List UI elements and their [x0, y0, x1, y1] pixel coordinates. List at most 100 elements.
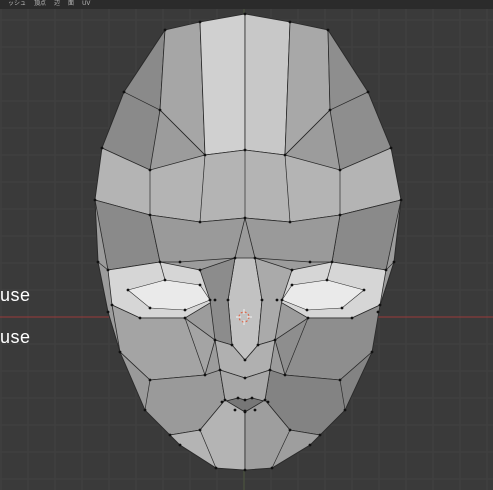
- mesh-vertex[interactable]: [288, 428, 292, 432]
- mesh-vertex[interactable]: [226, 298, 230, 302]
- mesh-vertex[interactable]: [178, 260, 182, 264]
- mesh-vertex[interactable]: [340, 306, 344, 310]
- mesh-vertex[interactable]: [122, 90, 126, 94]
- mesh-vertex[interactable]: [399, 198, 403, 202]
- mesh-vertex[interactable]: [203, 153, 207, 157]
- mesh-vertex[interactable]: [263, 398, 267, 402]
- mesh-vertex[interactable]: [126, 288, 130, 292]
- mesh-vertex[interactable]: [148, 306, 152, 310]
- mesh-vertex[interactable]: [243, 148, 247, 152]
- mesh-vertex[interactable]: [163, 28, 167, 32]
- mesh-vertex[interactable]: [253, 256, 257, 260]
- mesh-vertex[interactable]: [178, 443, 182, 447]
- mesh-vertex[interactable]: [376, 310, 380, 314]
- mesh-vertex[interactable]: [328, 108, 332, 112]
- mesh-vertex[interactable]: [290, 268, 294, 272]
- mesh-vertex[interactable]: [148, 378, 152, 382]
- mesh-vertex[interactable]: [256, 343, 260, 347]
- menu-edge[interactable]: 辺: [54, 0, 60, 9]
- mesh-vertex[interactable]: [198, 268, 202, 272]
- mesh-vertex[interactable]: [198, 20, 202, 24]
- mesh-vertex[interactable]: [243, 12, 247, 16]
- mesh-vertex[interactable]: [384, 268, 388, 272]
- mesh-vertex[interactable]: [392, 260, 396, 264]
- mesh-vertex[interactable]: [378, 303, 382, 307]
- mesh-vertex[interactable]: [338, 213, 342, 217]
- mesh-vertex[interactable]: [208, 298, 212, 302]
- mesh-vertex[interactable]: [243, 409, 247, 413]
- mesh-vertex[interactable]: [158, 260, 162, 264]
- mesh-vertex[interactable]: [148, 213, 152, 217]
- mesh-vertex[interactable]: [389, 146, 393, 150]
- mesh-vertex[interactable]: [236, 396, 240, 400]
- mesh-vertex[interactable]: [253, 408, 257, 412]
- mesh-vertex[interactable]: [370, 350, 374, 354]
- mesh-vertex[interactable]: [268, 368, 272, 372]
- mesh-vertex[interactable]: [260, 298, 264, 302]
- mesh-vertex[interactable]: [243, 398, 247, 402]
- 3d-viewport[interactable]: ッシュ 頂点 辺 面 UV use use: [0, 0, 493, 490]
- mesh-vertex[interactable]: [213, 298, 217, 302]
- mesh-vertex[interactable]: [330, 260, 334, 264]
- mesh-vertex[interactable]: [338, 168, 342, 172]
- mesh-vertex[interactable]: [106, 268, 110, 272]
- mesh-vertex[interactable]: [214, 466, 218, 470]
- mesh-vertex[interactable]: [362, 288, 366, 292]
- mesh-vertex[interactable]: [266, 400, 270, 404]
- mesh-vertex[interactable]: [148, 168, 152, 172]
- mesh-vertex[interactable]: [223, 398, 227, 402]
- mesh-vertex[interactable]: [280, 298, 284, 302]
- mesh-vertex[interactable]: [93, 198, 97, 202]
- mesh-vertex[interactable]: [230, 343, 234, 347]
- mesh-vertex[interactable]: [325, 278, 329, 282]
- mesh-vertex[interactable]: [158, 108, 162, 112]
- mesh-vertex[interactable]: [163, 278, 167, 282]
- mesh-vertex[interactable]: [250, 396, 254, 400]
- mesh-vertex[interactable]: [203, 373, 207, 377]
- mesh-vertex[interactable]: [183, 316, 187, 320]
- mesh-vertex[interactable]: [220, 400, 224, 404]
- mesh-vertex[interactable]: [118, 350, 122, 354]
- mesh-vertex[interactable]: [198, 283, 202, 287]
- mesh-vertex[interactable]: [283, 373, 287, 377]
- mesh-vertex[interactable]: [288, 220, 292, 224]
- mesh-vertex[interactable]: [308, 443, 312, 447]
- mesh-vertex[interactable]: [143, 408, 147, 412]
- mesh-vertex[interactable]: [308, 260, 312, 264]
- mesh-vertex[interactable]: [305, 308, 309, 312]
- mesh-vertex[interactable]: [96, 260, 100, 264]
- mesh-vertex[interactable]: [288, 20, 292, 24]
- mesh-vertex[interactable]: [183, 308, 187, 312]
- mesh-vertex[interactable]: [233, 256, 237, 260]
- menu-vertex[interactable]: 頂点: [34, 0, 46, 9]
- mesh-vertex[interactable]: [198, 428, 202, 432]
- mesh-vertex[interactable]: [218, 368, 222, 372]
- mesh-vertex[interactable]: [273, 338, 277, 342]
- menu-mesh[interactable]: ッシュ: [8, 0, 26, 9]
- menu-face[interactable]: 面: [68, 0, 74, 9]
- mesh-vertex[interactable]: [106, 310, 110, 314]
- mesh-vertex[interactable]: [306, 316, 310, 320]
- mesh-vertex[interactable]: [213, 338, 217, 342]
- mesh-vertex[interactable]: [110, 303, 114, 307]
- mesh-vertex[interactable]: [100, 146, 104, 150]
- mesh-vertex[interactable]: [338, 378, 342, 382]
- menu-uv[interactable]: UV: [82, 0, 90, 9]
- mesh-vertex[interactable]: [243, 358, 247, 362]
- mesh-vertex[interactable]: [243, 468, 247, 472]
- mesh-vertex[interactable]: [233, 408, 237, 412]
- mesh-vertex[interactable]: [290, 283, 294, 287]
- mesh-vertex[interactable]: [270, 466, 274, 470]
- mesh-vertex[interactable]: [350, 316, 354, 320]
- mesh-vertex[interactable]: [198, 220, 202, 224]
- mesh-vertex[interactable]: [138, 316, 142, 320]
- mesh-vertex[interactable]: [168, 433, 172, 437]
- mesh-vertex[interactable]: [318, 433, 322, 437]
- mesh-vertex[interactable]: [366, 90, 370, 94]
- mesh-vertex[interactable]: [326, 28, 330, 32]
- mesh-vertex[interactable]: [343, 408, 347, 412]
- mesh-vertex[interactable]: [243, 216, 247, 220]
- viewport-canvas[interactable]: [0, 0, 493, 490]
- mesh-vertex[interactable]: [275, 298, 279, 302]
- mesh-vertex[interactable]: [283, 153, 287, 157]
